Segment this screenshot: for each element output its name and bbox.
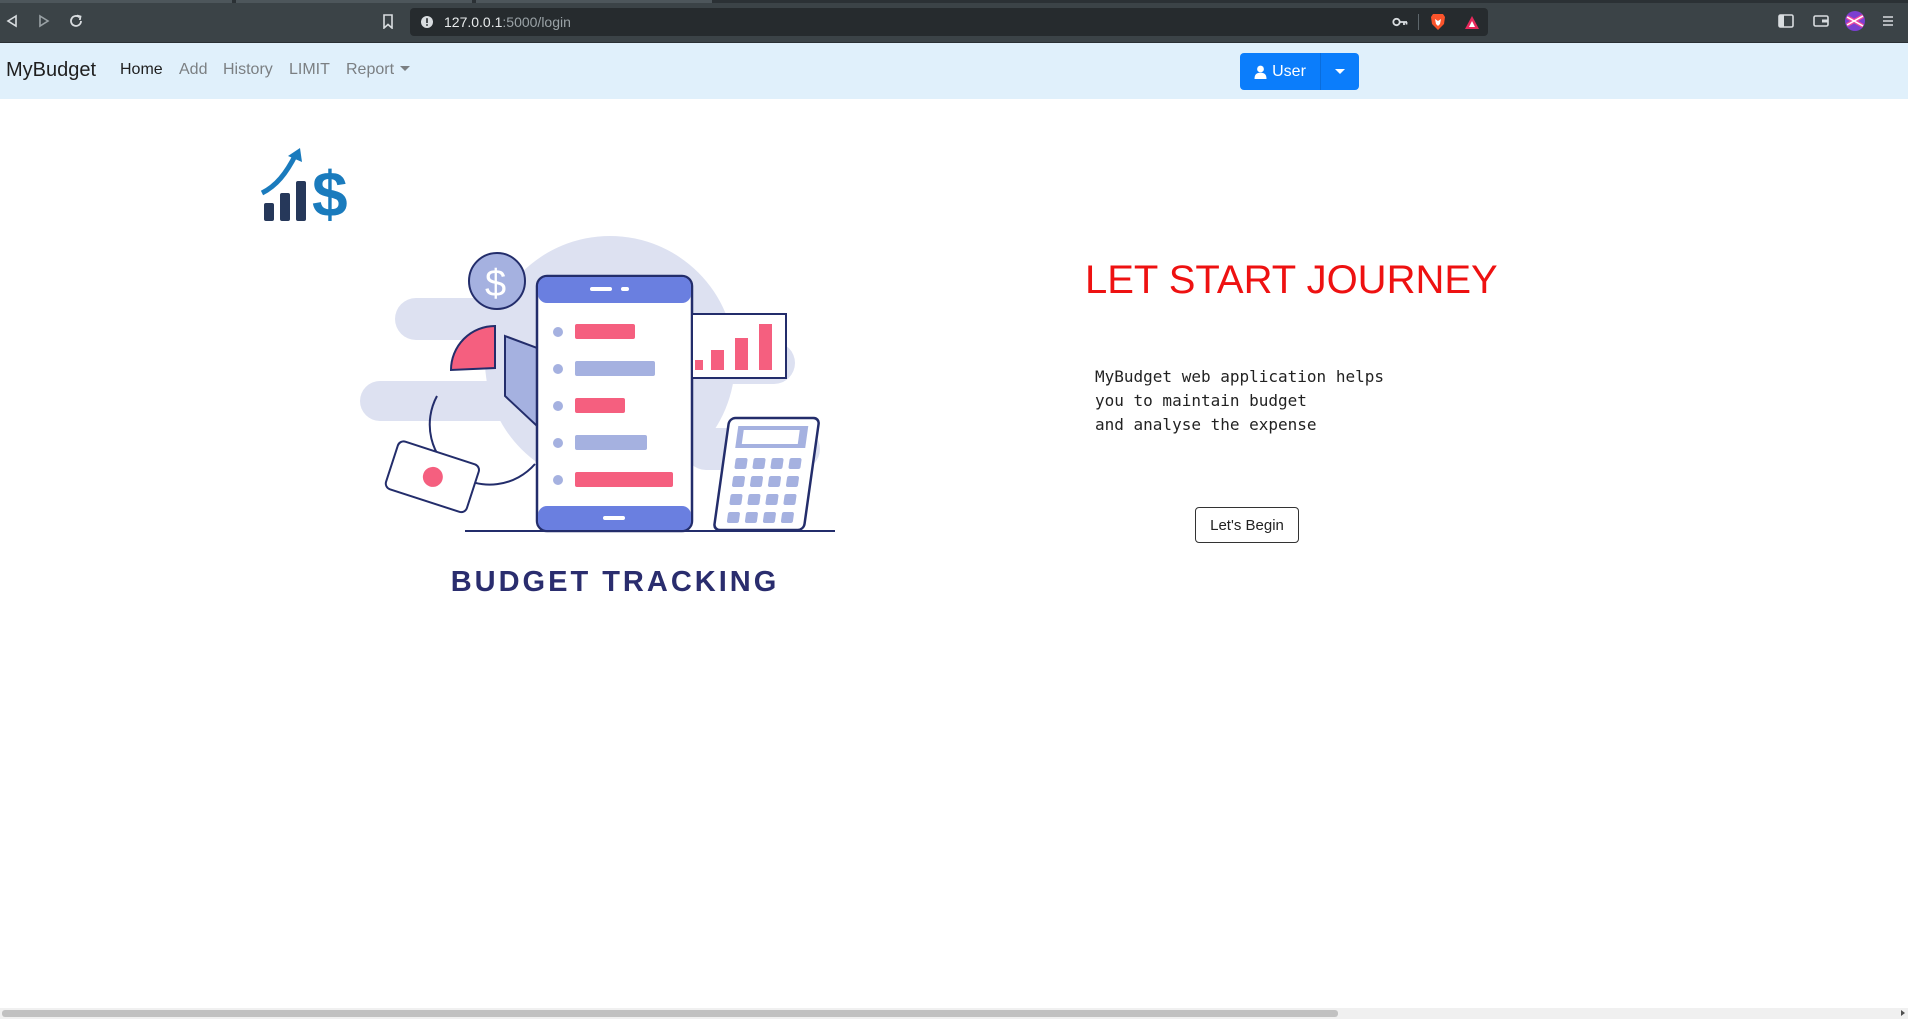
user-icon bbox=[1254, 65, 1267, 79]
scroll-right-icon[interactable] bbox=[1901, 1010, 1905, 1016]
brave-shield-icon[interactable] bbox=[1430, 13, 1446, 31]
lets-begin-button[interactable]: Let's Begin bbox=[1195, 507, 1299, 543]
url-text[interactable]: 127.0.0.1:5000/login bbox=[444, 14, 571, 30]
reload-icon bbox=[70, 14, 82, 27]
illustration-caption: BUDGET TRACKING bbox=[450, 566, 780, 598]
nav-home[interactable]: Home bbox=[120, 61, 163, 79]
key-icon[interactable] bbox=[1392, 15, 1408, 29]
user-dropdown-toggle[interactable] bbox=[1320, 53, 1359, 90]
logo: $ bbox=[258, 148, 356, 230]
forward-button[interactable] bbox=[34, 11, 54, 31]
reload-button[interactable] bbox=[66, 11, 86, 31]
back-icon bbox=[6, 14, 17, 28]
nav-report-label: Report bbox=[346, 61, 395, 78]
nav-add[interactable]: Add bbox=[179, 61, 207, 79]
brand-link[interactable]: MyBudget bbox=[6, 59, 96, 82]
user-button[interactable]: User bbox=[1240, 53, 1320, 90]
description-line: you to maintain budget bbox=[1095, 391, 1307, 410]
description: MyBudget web application helps you to ma… bbox=[1095, 365, 1384, 437]
wallet-icon[interactable] bbox=[1812, 13, 1830, 29]
user-button-label: User bbox=[1272, 62, 1306, 80]
svg-text:$: $ bbox=[312, 158, 348, 223]
bookmark-icon bbox=[383, 13, 393, 29]
chevron-down-icon bbox=[1335, 69, 1345, 74]
url-host: 127.0.0.1 bbox=[444, 14, 503, 30]
nav-report-dropdown[interactable]: Report bbox=[346, 61, 411, 79]
description-line: and analyse the expense bbox=[1095, 415, 1317, 434]
tab[interactable] bbox=[476, 0, 712, 3]
site-info-icon[interactable] bbox=[420, 15, 434, 29]
address-bar[interactable]: 127.0.0.1:5000/login bbox=[410, 8, 1488, 36]
chevron-down-icon bbox=[400, 66, 411, 71]
app-navbar: MyBudget Home Add History LIMIT Report U… bbox=[0, 43, 1908, 99]
divider bbox=[1418, 14, 1419, 30]
url-path: :5000/login bbox=[502, 14, 571, 30]
nav-history[interactable]: History bbox=[223, 61, 273, 79]
tab[interactable] bbox=[0, 0, 232, 3]
page-headline: LET START JOURNEY bbox=[1085, 258, 1498, 302]
bookmark-button[interactable] bbox=[378, 11, 398, 31]
menu-icon[interactable] bbox=[1880, 13, 1896, 29]
browser-toolbar: 127.0.0.1:5000/login bbox=[0, 0, 1908, 43]
horizontal-scrollbar[interactable] bbox=[0, 1008, 1908, 1019]
tab[interactable] bbox=[236, 0, 472, 3]
profile-icon[interactable] bbox=[1844, 10, 1866, 32]
scrollbar-thumb[interactable] bbox=[2, 1010, 1338, 1017]
forward-icon bbox=[39, 14, 50, 28]
sidebar-icon[interactable] bbox=[1777, 13, 1795, 29]
budget-illustration: $ bbox=[355, 236, 875, 536]
svg-text:$: $ bbox=[485, 263, 506, 305]
back-button[interactable] bbox=[2, 11, 22, 31]
nav-limit[interactable]: LIMIT bbox=[289, 61, 330, 79]
description-line: MyBudget web application helps bbox=[1095, 367, 1384, 386]
brave-rewards-icon[interactable] bbox=[1464, 14, 1480, 30]
tab-strip bbox=[0, 0, 1908, 3]
